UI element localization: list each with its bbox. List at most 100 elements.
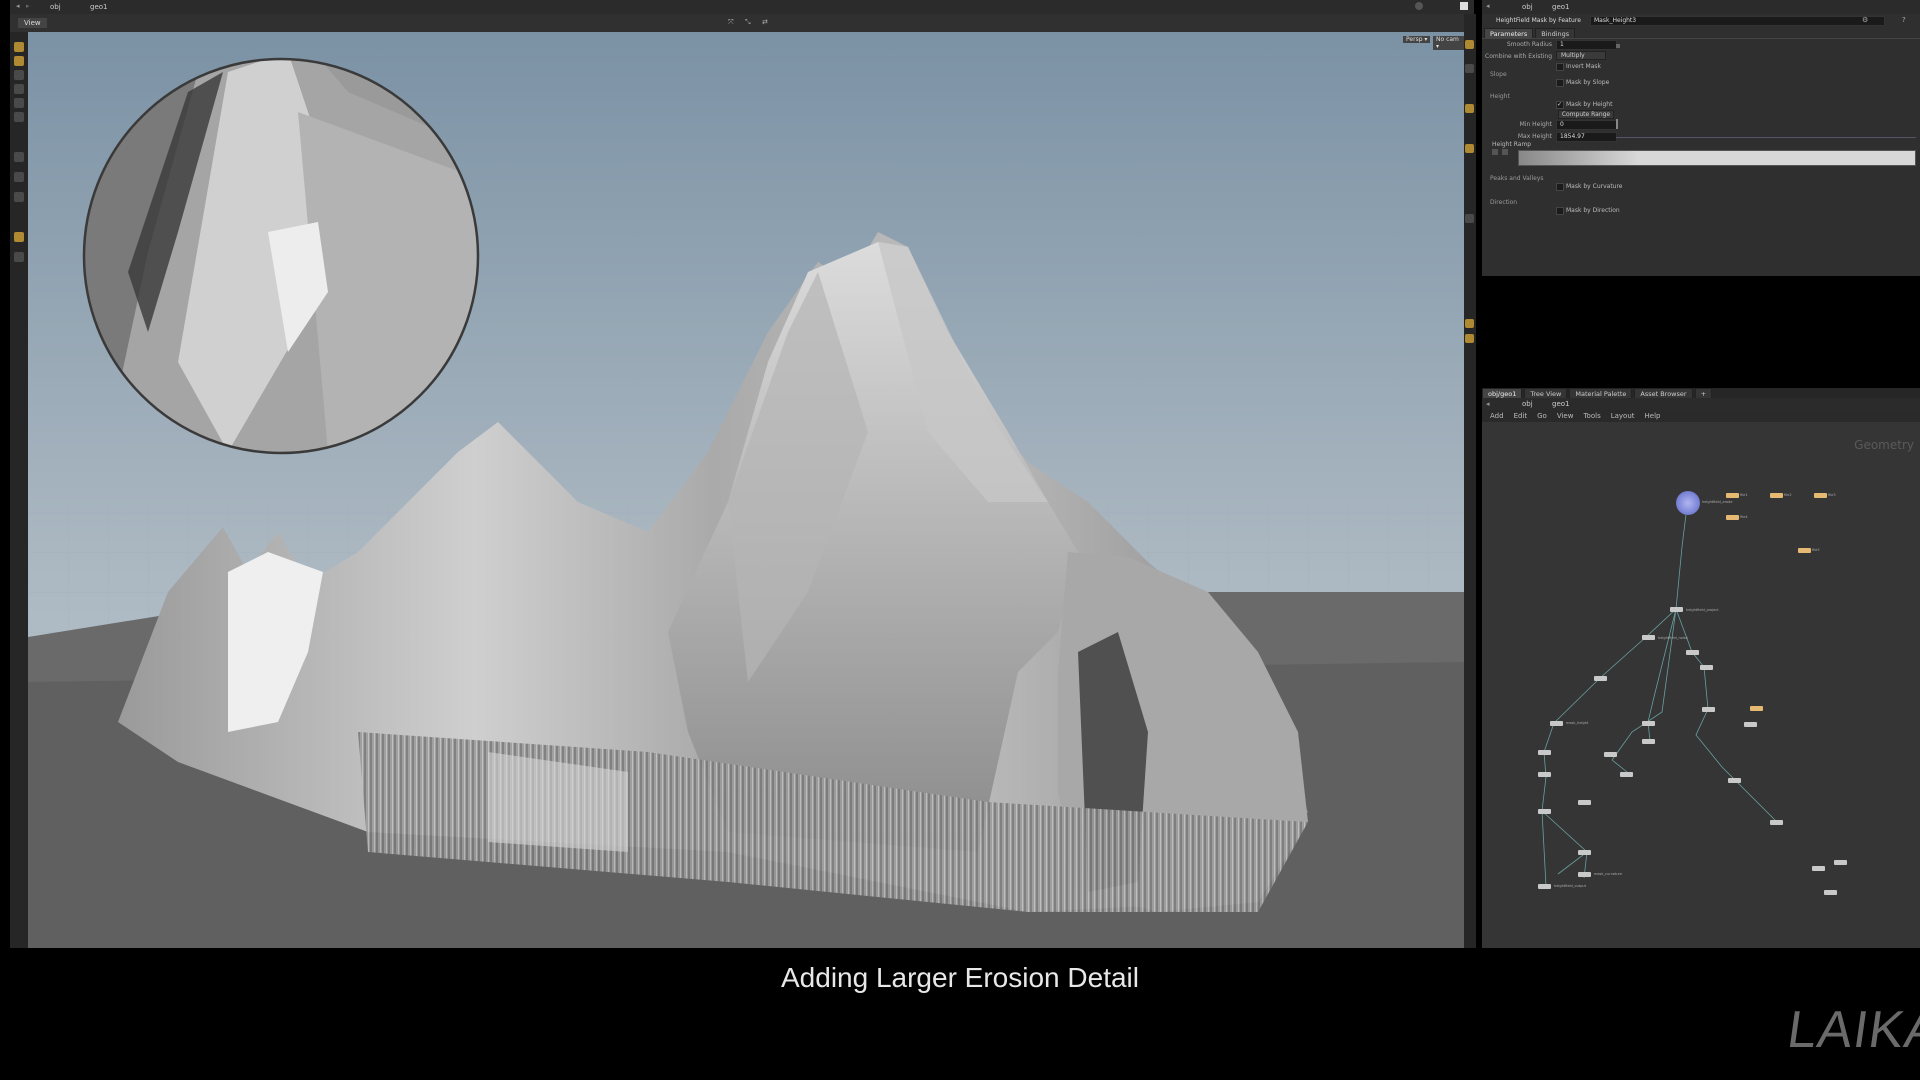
node-output[interactable] — [1538, 884, 1551, 889]
path-geo[interactable]: geo1 — [1552, 400, 1570, 408]
rotate-tool[interactable] — [14, 70, 24, 80]
menu-go[interactable]: Go — [1537, 412, 1547, 420]
node-heightfield-project[interactable] — [1670, 607, 1683, 612]
ramp-add-icon[interactable] — [1492, 149, 1498, 155]
node-m[interactable] — [1620, 772, 1633, 777]
node-l[interactable] — [1538, 772, 1551, 777]
node-q[interactable] — [1578, 872, 1591, 877]
mask-by-slope-checkbox[interactable] — [1556, 79, 1564, 87]
max-height-slider[interactable] — [1616, 137, 1916, 138]
display-options-tool[interactable] — [1465, 40, 1474, 49]
node-name-field[interactable]: Mask_Height3 — [1590, 16, 1885, 26]
display-tool[interactable] — [14, 252, 24, 262]
path-geo[interactable]: geo1 — [90, 3, 108, 11]
align-icon[interactable]: ⇄ — [762, 18, 768, 26]
viewport-options-icon[interactable] — [1415, 2, 1423, 10]
menu-tools[interactable]: Tools — [1583, 412, 1600, 420]
light-toggle-tool[interactable] — [1465, 144, 1474, 153]
node-s[interactable] — [1728, 778, 1741, 783]
node-g[interactable] — [1744, 722, 1757, 727]
help-icon[interactable]: ? — [1902, 16, 1906, 24]
height-ramp-editor[interactable] — [1518, 150, 1916, 166]
view-tab[interactable]: View — [18, 18, 47, 28]
render-tool[interactable] — [1465, 334, 1474, 343]
node-i[interactable] — [1642, 739, 1655, 744]
node-wires — [1541, 505, 1778, 887]
node-t[interactable] — [1812, 866, 1825, 871]
back-icon[interactable]: ◂ — [1486, 400, 1490, 408]
scale-tool[interactable] — [14, 84, 24, 94]
node-f[interactable] — [1750, 706, 1763, 711]
menu-layout[interactable]: Layout — [1611, 412, 1635, 420]
node-file1[interactable] — [1726, 493, 1739, 498]
mask-by-direction-checkbox[interactable] — [1556, 207, 1564, 215]
node-file2[interactable] — [1770, 493, 1783, 498]
3d-viewport[interactable]: Persp ▾ No cam ▾ — [28, 32, 1464, 948]
network-tabs: obj/geo1 Tree View Material Palette Asset B… — [1482, 388, 1920, 399]
shading-tool[interactable] — [1465, 104, 1474, 113]
snap-icon[interactable]: ⤧ — [728, 18, 734, 27]
node-h[interactable] — [1642, 721, 1655, 726]
path-obj[interactable]: obj — [50, 3, 61, 11]
menu-edit[interactable]: Edit — [1514, 412, 1528, 420]
back-icon[interactable]: ◂ — [1486, 2, 1490, 10]
menu-help[interactable]: Help — [1645, 412, 1661, 420]
min-height-field[interactable]: 0 — [1556, 120, 1617, 130]
handle-icon[interactable]: ⤡ — [745, 18, 751, 27]
select-tool[interactable] — [14, 42, 24, 52]
persp-menu[interactable]: Persp ▾ — [1403, 36, 1431, 43]
gear-icon[interactable]: ⚙ — [1862, 16, 1868, 24]
node-mask-b[interactable] — [1550, 721, 1563, 726]
view-tool[interactable] — [14, 152, 24, 162]
max-height-field[interactable]: 1854.97 — [1556, 132, 1617, 142]
mask-by-height-checkbox[interactable]: ✓ — [1556, 101, 1564, 109]
paint-tool[interactable] — [14, 112, 24, 122]
vis-tool[interactable] — [1465, 319, 1474, 328]
max-height-label: Max Height — [1517, 133, 1552, 140]
node-v[interactable] — [1824, 890, 1837, 895]
invert-mask-checkbox[interactable] — [1556, 63, 1564, 71]
path-obj[interactable]: obj — [1522, 3, 1533, 11]
light-tool[interactable] — [14, 192, 24, 202]
node-file4[interactable] — [1726, 515, 1739, 520]
node-e[interactable] — [1702, 707, 1715, 712]
network-canvas[interactable]: Geometry heightfield_erode file1 file2 f… — [1482, 422, 1920, 948]
selected-node[interactable] — [1676, 491, 1700, 515]
path-obj[interactable]: obj — [1522, 400, 1533, 408]
forward-icon[interactable]: ▸ — [26, 2, 30, 10]
node-noise[interactable] — [1642, 635, 1655, 640]
menu-add[interactable]: Add — [1490, 412, 1504, 420]
ghost-tool[interactable] — [1465, 214, 1474, 223]
back-icon[interactable]: ◂ — [16, 2, 20, 10]
menu-view[interactable]: View — [1557, 412, 1574, 420]
node-file5[interactable] — [1798, 548, 1811, 553]
node-k[interactable] — [1538, 750, 1551, 755]
path-geo[interactable]: geo1 — [1552, 3, 1570, 11]
snap-tool[interactable] — [14, 232, 24, 242]
combine-menu[interactable]: Multiply — [1556, 51, 1606, 60]
wireframe-tool[interactable] — [1465, 64, 1474, 73]
node-r[interactable] — [1770, 820, 1783, 825]
camera-menu[interactable]: No cam ▾ — [1433, 36, 1464, 50]
node-u[interactable] — [1834, 860, 1847, 865]
node-c[interactable] — [1686, 650, 1699, 655]
height-section: Height — [1490, 93, 1510, 100]
mask-by-curvature-checkbox[interactable] — [1556, 183, 1564, 191]
smooth-radius-slider[interactable] — [1616, 44, 1620, 48]
node-n[interactable] — [1578, 800, 1591, 805]
direction-section: Direction — [1490, 199, 1518, 206]
node-mask-a[interactable] — [1594, 676, 1607, 681]
node-file3[interactable] — [1814, 493, 1827, 498]
maximize-icon[interactable] — [1460, 2, 1468, 10]
move-tool[interactable] — [14, 56, 24, 66]
node-o[interactable] — [1538, 809, 1551, 814]
compute-range-button[interactable]: Compute Range — [1558, 110, 1614, 119]
node-j[interactable] — [1604, 752, 1617, 757]
ramp-remove-icon[interactable] — [1502, 149, 1508, 155]
min-height-slider[interactable] — [1616, 119, 1618, 129]
pose-tool[interactable] — [14, 98, 24, 108]
node-d[interactable] — [1700, 665, 1713, 670]
smooth-radius-field[interactable]: 1 — [1556, 40, 1617, 50]
camera-tool[interactable] — [14, 172, 24, 182]
node-p[interactable] — [1578, 850, 1591, 855]
